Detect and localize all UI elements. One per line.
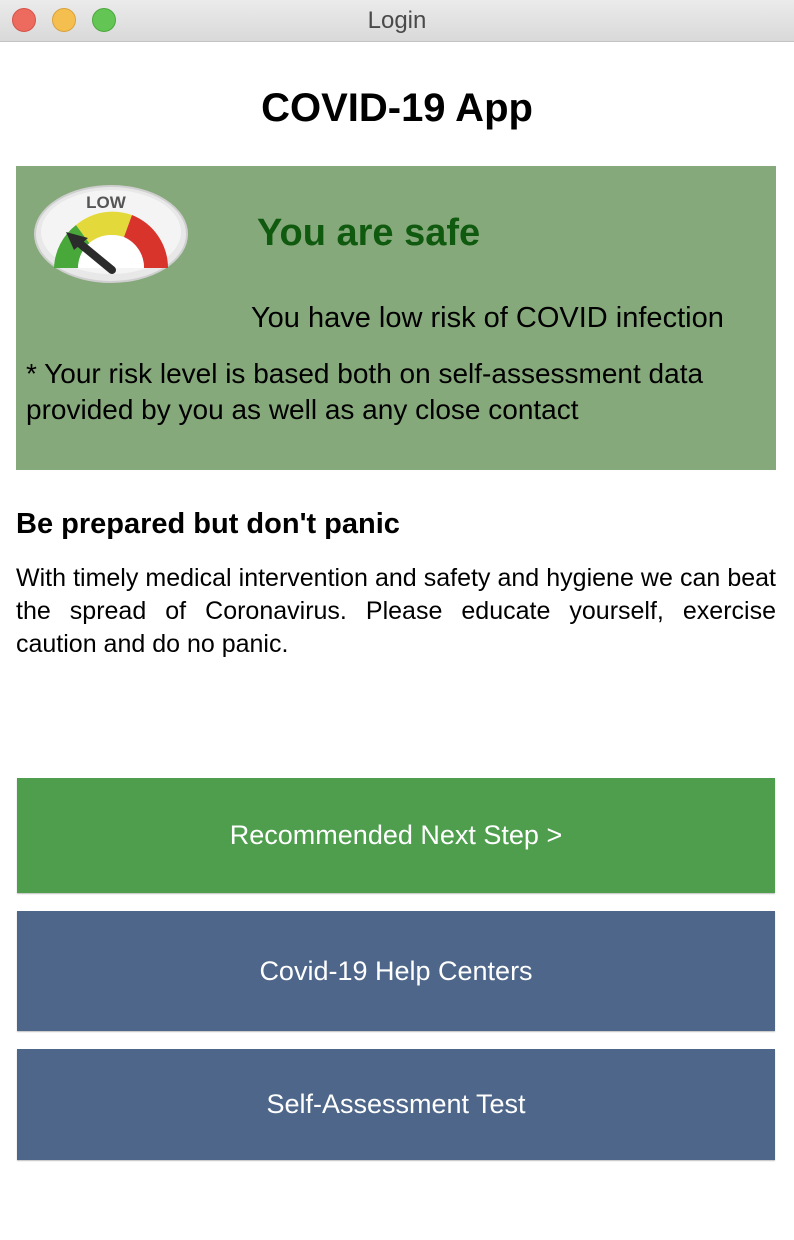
window-title: Login (367, 7, 427, 34)
risk-gauge-icon: LOW (34, 185, 188, 283)
app-title: COVID-19 App (261, 86, 533, 130)
risk-status-panel: LOW You are safe You have low risk of CO… (16, 166, 776, 470)
advice-text: With timely medical intervention and saf… (16, 564, 776, 658)
self-assessment-test-button[interactable]: Self-Assessment Test (17, 1049, 775, 1160)
risk-level-note: * Your risk level is based both on self-… (26, 358, 704, 425)
status-heading: You are safe (257, 212, 481, 254)
advice-heading: Be prepared but don't panic (16, 508, 400, 540)
gauge-label: LOW (86, 193, 127, 212)
recommended-next-step-button[interactable]: Recommended Next Step > (17, 778, 775, 893)
help-centers-button[interactable]: Covid-19 Help Centers (17, 911, 775, 1031)
window-titlebar: Login (0, 0, 794, 42)
risk-level-text: You have low risk of COVID infection (251, 302, 724, 334)
